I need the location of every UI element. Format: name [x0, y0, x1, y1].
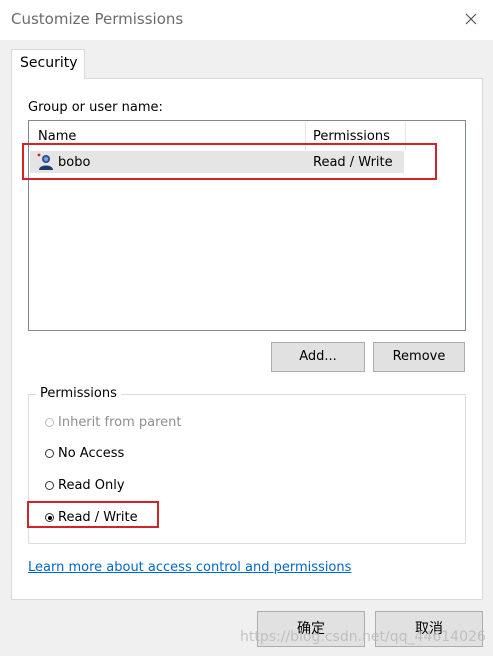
inherit-label: Inherit from parent: [58, 415, 182, 430]
add-button[interactable]: Add...: [271, 342, 365, 372]
watermark: https://blog.csdn.net/qq_44614026: [240, 629, 486, 645]
tab-security[interactable]: Security: [11, 49, 85, 79]
no-access-radio[interactable]: [45, 449, 54, 458]
read-only-radio[interactable]: [45, 481, 54, 490]
inherit-radio[interactable]: [45, 418, 54, 427]
no-access-label: No Access: [58, 446, 125, 461]
remove-button[interactable]: Remove: [373, 342, 465, 372]
window-title: Customize Permissions: [11, 10, 184, 28]
close-icon[interactable]: [461, 9, 481, 29]
permissions-legend: Permissions: [36, 386, 121, 401]
user-row-highlight: [22, 143, 437, 180]
group-user-label: Group or user name:: [28, 100, 163, 115]
read-write-highlight: [27, 501, 159, 528]
read-only-label: Read Only: [58, 478, 125, 493]
tab-security-label: Security: [20, 55, 78, 71]
help-link[interactable]: Learn more about access control and perm…: [28, 560, 351, 575]
